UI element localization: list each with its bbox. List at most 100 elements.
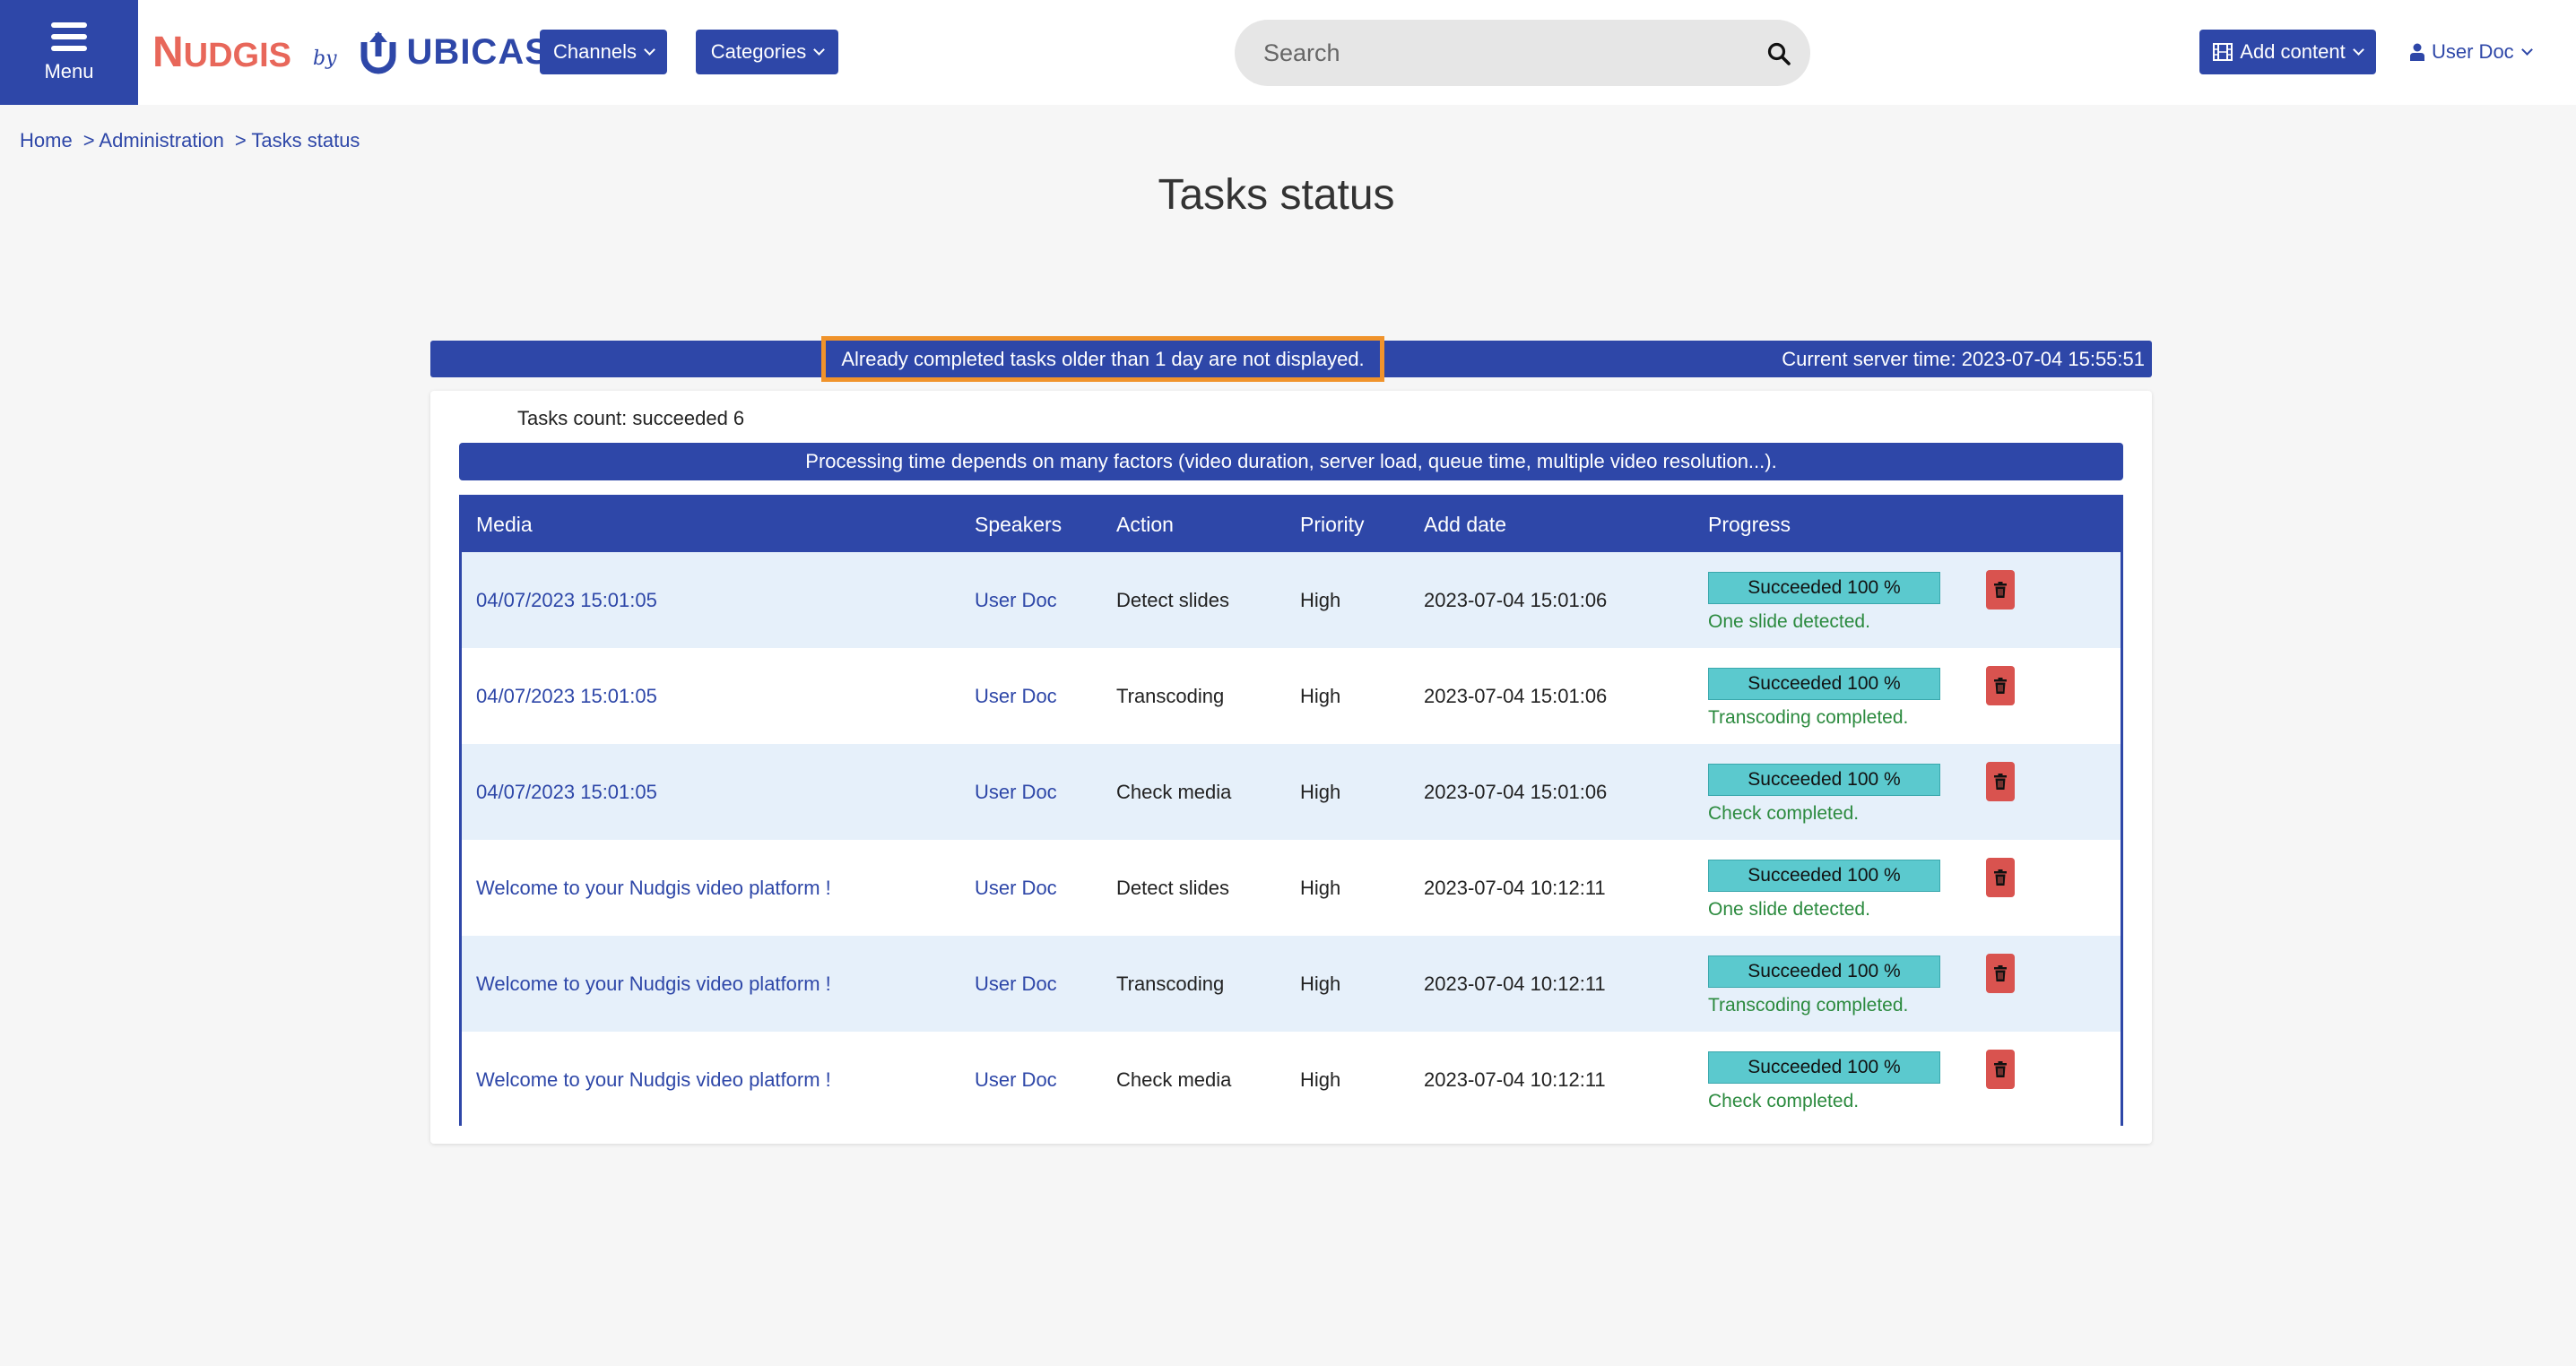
progress-cell: Succeeded 100 % One slide detected. <box>1708 572 1950 633</box>
tasks-count: Tasks count: succeeded 6 <box>517 407 745 429</box>
top-bar: Menu NUDGIS by UBICAST Channels Categori… <box>0 0 2576 105</box>
delete-task-button[interactable] <box>1986 762 2015 801</box>
header-media[interactable]: Media <box>476 497 533 552</box>
speaker-link[interactable]: User Doc <box>975 936 1057 1032</box>
header-add-date[interactable]: Add date <box>1424 497 1506 552</box>
breadcrumb-home[interactable]: Home <box>20 129 73 152</box>
breadcrumb: Home > Administration > Tasks status <box>20 129 370 152</box>
table-row: Welcome to your Nudgis video platform ! U… <box>462 1032 2121 1128</box>
add-content-label: Add content <box>2240 40 2346 63</box>
menu-label: Menu <box>44 59 94 82</box>
trash-icon <box>1994 1061 2007 1077</box>
media-link[interactable]: 04/07/2023 15:01:05 <box>476 552 657 648</box>
progress-bar: Succeeded 100 % <box>1708 1051 1940 1084</box>
trash-icon <box>1994 965 2007 981</box>
task-action: Check media <box>1116 780 1232 803</box>
progress-message: Transcoding completed. <box>1708 995 1909 1016</box>
chevron-down-icon <box>2352 44 2364 56</box>
user-icon <box>2410 43 2424 61</box>
speaker-link[interactable]: User Doc <box>975 840 1057 936</box>
categories-label: Categories <box>710 40 807 63</box>
progress-cell: Succeeded 100 % Transcoding completed. <box>1708 955 1950 1016</box>
progress-bar: Succeeded 100 % <box>1708 572 1940 604</box>
task-add-date: 2023-07-04 15:01:06 <box>1424 588 1608 611</box>
delete-task-button[interactable] <box>1986 570 2015 610</box>
media-link[interactable]: Welcome to your Nudgis video platform ! <box>476 1032 831 1128</box>
progress-bar: Succeeded 100 % <box>1708 860 1940 892</box>
speaker-link[interactable]: User Doc <box>975 648 1057 744</box>
tasks-card: Tasks count: succeeded 6 Processing time… <box>430 391 2152 1144</box>
ubicast-u-icon <box>360 31 396 74</box>
logo[interactable]: NUDGIS by UBICAST <box>152 23 572 81</box>
delete-task-button[interactable] <box>1986 1050 2015 1089</box>
progress-bar: Succeeded 100 % <box>1708 955 1940 988</box>
task-add-date: 2023-07-04 10:12:11 <box>1424 876 1606 899</box>
table-row: Welcome to your Nudgis video platform ! U… <box>462 936 2121 1032</box>
user-label: User Doc <box>2432 40 2514 63</box>
media-link[interactable]: 04/07/2023 15:01:05 <box>476 744 657 840</box>
task-action: Detect slides <box>1116 588 1229 611</box>
table-header: Media Speakers Action Priority Add date … <box>462 497 2121 552</box>
task-priority: High <box>1300 780 1341 803</box>
table-row: 04/07/2023 15:01:05 User Doc Transcoding Hi… <box>462 648 2121 744</box>
media-link[interactable]: Welcome to your Nudgis video platform ! <box>476 840 831 936</box>
server-time: Current server time: 2023-07-04 15:55:51 <box>1782 347 2145 370</box>
speaker-link[interactable]: User Doc <box>975 1032 1057 1128</box>
task-action: Transcoding <box>1116 684 1225 707</box>
task-add-date: 2023-07-04 15:01:06 <box>1424 780 1608 803</box>
user-menu-button[interactable]: User Doc <box>2410 34 2533 70</box>
chevron-down-icon <box>644 44 655 56</box>
progress-message: Check completed. <box>1708 1091 1860 1111</box>
task-action: Transcoding <box>1116 972 1225 995</box>
task-action: Detect slides <box>1116 876 1229 899</box>
trash-icon <box>1994 678 2007 694</box>
progress-cell: Succeeded 100 % Transcoding completed. <box>1708 668 1950 729</box>
chevron-down-icon <box>2520 44 2533 56</box>
progress-cell: Succeeded 100 % One slide detected. <box>1708 860 1950 921</box>
task-add-date: 2023-07-04 10:12:11 <box>1424 1068 1606 1091</box>
speaker-link[interactable]: User Doc <box>975 744 1057 840</box>
media-link[interactable]: Welcome to your Nudgis video platform ! <box>476 936 831 1032</box>
table-row: 04/07/2023 15:01:05 User Doc Detect slides… <box>462 552 2121 648</box>
task-priority: High <box>1300 1068 1341 1091</box>
task-priority: High <box>1300 876 1341 899</box>
task-add-date: 2023-07-04 10:12:11 <box>1424 972 1606 995</box>
media-link[interactable]: 04/07/2023 15:01:05 <box>476 648 657 744</box>
header-speakers[interactable]: Speakers <box>975 497 1062 552</box>
tasks-table: Media Speakers Action Priority Add date … <box>459 495 2123 1128</box>
delete-task-button[interactable] <box>1986 666 2015 705</box>
channels-button[interactable]: Channels <box>540 30 667 74</box>
logo-nudgis: NUDGIS <box>152 28 292 76</box>
header-action[interactable]: Action <box>1116 497 1174 552</box>
trash-icon <box>1994 774 2007 790</box>
table-row: 04/07/2023 15:01:05 User Doc Check media Hi… <box>462 744 2121 840</box>
progress-message: Check completed. <box>1708 803 1860 824</box>
search-input[interactable] <box>1235 39 1737 67</box>
breadcrumb-current[interactable]: > Tasks status <box>235 129 360 152</box>
hamburger-icon <box>51 22 87 51</box>
search-icon[interactable] <box>1767 42 1791 65</box>
table-row: Welcome to your Nudgis video platform ! U… <box>462 840 2121 936</box>
delete-task-button[interactable] <box>1986 954 2015 993</box>
categories-button[interactable]: Categories <box>696 30 838 74</box>
header-progress[interactable]: Progress <box>1708 497 1791 552</box>
menu-button[interactable]: Menu <box>0 0 138 105</box>
breadcrumb-administration[interactable]: > Administration <box>83 129 224 152</box>
logo-by: by <box>313 47 337 70</box>
chevron-down-icon <box>813 44 826 56</box>
add-content-button[interactable]: Add content <box>2199 30 2376 74</box>
progress-bar: Succeeded 100 % <box>1708 668 1940 700</box>
progress-message: Transcoding completed. <box>1708 707 1909 728</box>
trash-icon <box>1994 582 2007 598</box>
task-action: Check media <box>1116 1068 1232 1091</box>
speaker-link[interactable]: User Doc <box>975 552 1057 648</box>
header-priority[interactable]: Priority <box>1300 497 1365 552</box>
progress-message: One slide detected. <box>1708 899 1870 920</box>
progress-cell: Succeeded 100 % Check completed. <box>1708 1051 1950 1112</box>
old-tasks-notice: Already completed tasks older than 1 day… <box>821 336 1384 382</box>
page-title: Tasks status <box>1158 171 1395 219</box>
delete-task-button[interactable] <box>1986 858 2015 897</box>
info-bar: Already completed tasks older than 1 day… <box>430 336 2152 382</box>
task-priority: High <box>1300 684 1341 707</box>
film-icon <box>2213 43 2233 61</box>
